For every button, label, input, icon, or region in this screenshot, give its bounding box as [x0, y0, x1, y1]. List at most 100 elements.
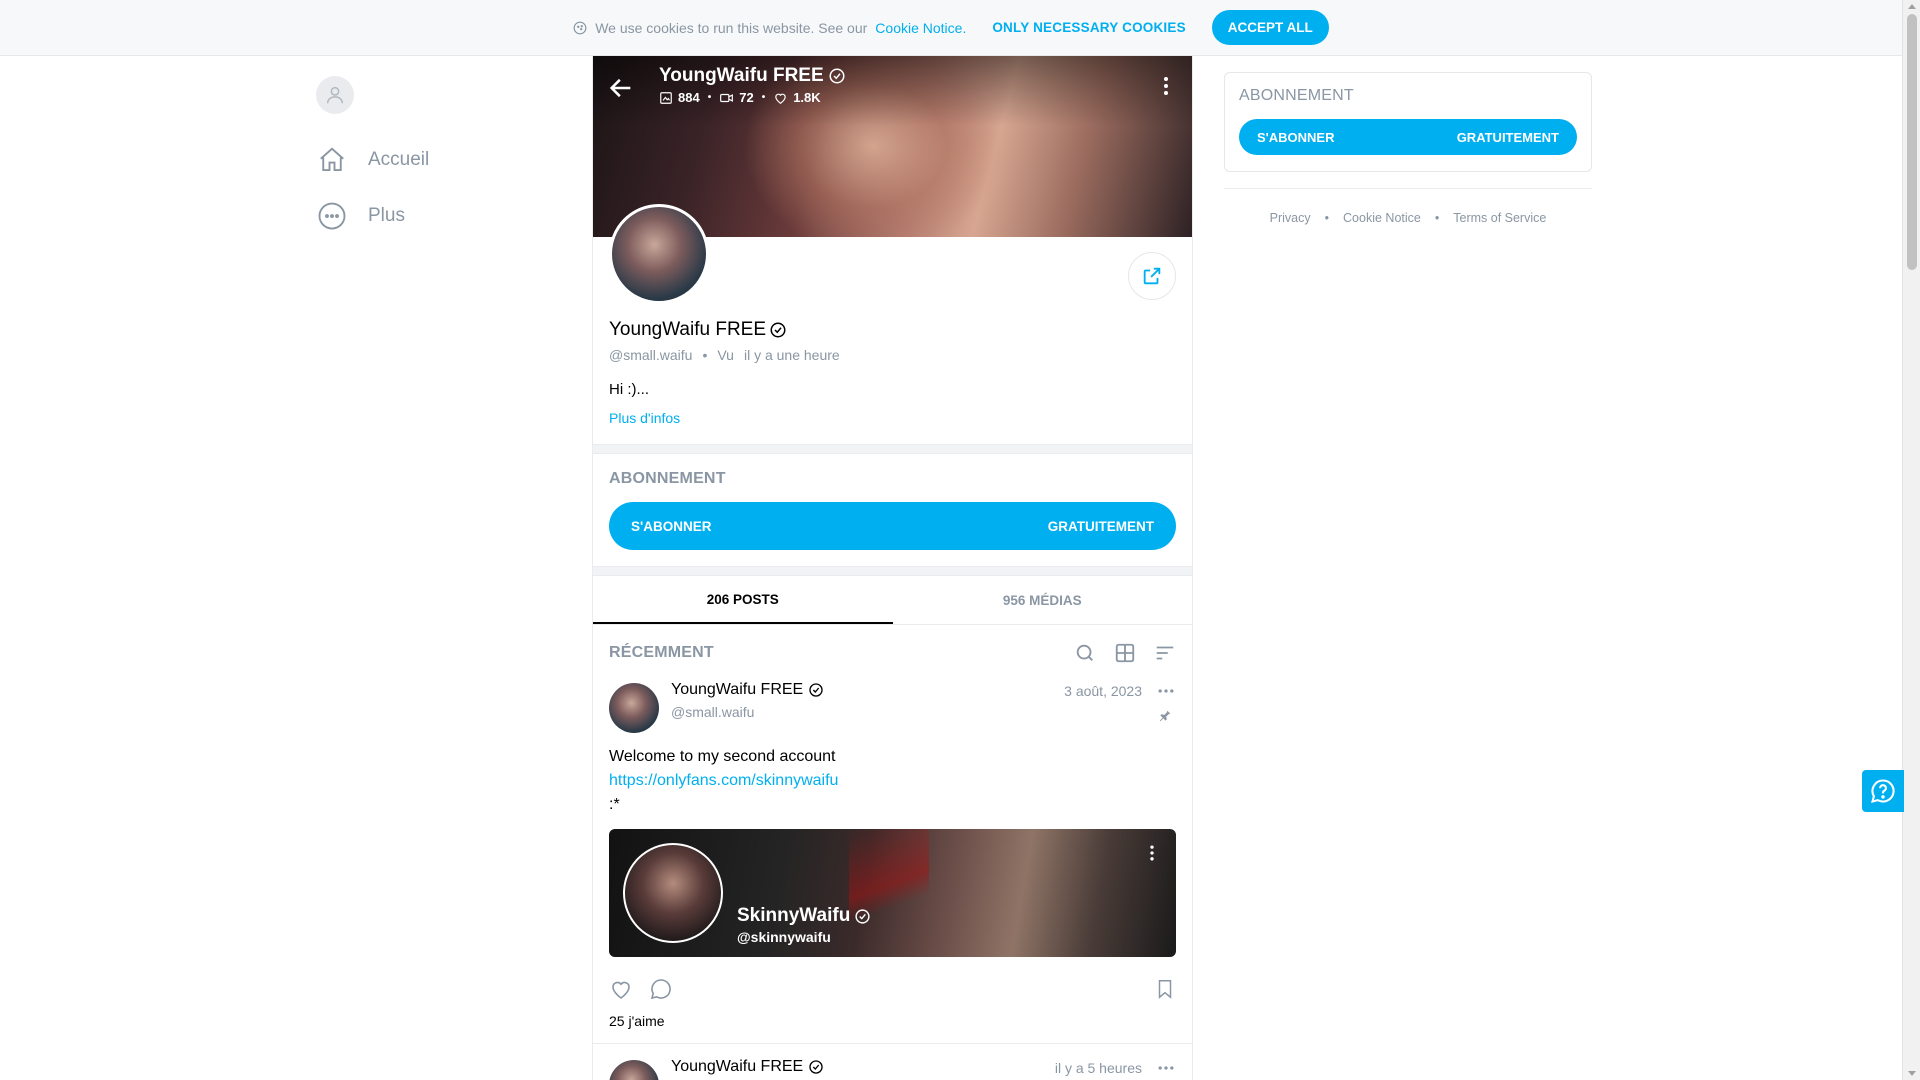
- tab-posts[interactable]: 206 POSTS: [593, 576, 893, 624]
- cookie-icon: [573, 21, 587, 34]
- post-body: Welcome to my second account https://onl…: [609, 745, 1176, 817]
- comment-icon[interactable]: [649, 977, 673, 1001]
- scroll-up-arrow[interactable]: [1908, 4, 1916, 9]
- user-icon: [326, 86, 344, 104]
- scroll-down-arrow[interactable]: [1908, 1071, 1916, 1076]
- card-handle: @skinnywaifu: [737, 929, 831, 945]
- like-icon[interactable]: [609, 977, 633, 1001]
- sidebar-item-more[interactable]: Plus: [316, 188, 556, 244]
- help-button[interactable]: [1862, 770, 1904, 812]
- section-divider: [593, 444, 1192, 454]
- page-scrollbar[interactable]: [1902, 0, 1920, 1080]
- post-avatar[interactable]: [609, 683, 659, 733]
- verified-icon: [809, 1060, 823, 1074]
- dot-separator: •: [707, 92, 712, 103]
- card-name-text: SkinnyWaifu: [737, 905, 851, 926]
- profile-handle: @small.waifu: [609, 347, 693, 363]
- tab-media[interactable]: 956 MÉDIAS: [893, 576, 1193, 624]
- more-vertical-icon[interactable]: [1154, 74, 1178, 98]
- post-date: il y a 5 heures: [1054, 1060, 1142, 1076]
- bookmark-icon[interactable]: [1154, 978, 1176, 1000]
- help-icon: [1871, 779, 1895, 803]
- verified-icon: [855, 908, 870, 924]
- more-info-link[interactable]: Plus d'infos: [609, 410, 680, 426]
- cookie-notice-link[interactable]: Cookie Notice: [875, 20, 962, 36]
- feed-section-label: RÉCEMMENT: [609, 644, 714, 661]
- heart-icon: [775, 93, 786, 104]
- back-arrow-icon[interactable]: [607, 74, 635, 102]
- home-icon: [316, 144, 348, 176]
- more-horizontal-icon[interactable]: [1156, 681, 1176, 701]
- post-author-name: YoungWaifu FREE: [671, 1058, 804, 1075]
- profile-tabs: 206 POSTS 956 MÉDIAS: [593, 576, 1192, 625]
- section-divider: [593, 566, 1192, 576]
- post-text: Welcome to my second account: [609, 748, 836, 765]
- cover-header: YoungWaifu FREE 884 • 72 • 1.8K: [593, 56, 1192, 113]
- share-icon: [1143, 267, 1161, 285]
- search-icon[interactable]: [1074, 642, 1096, 664]
- profile-name: YoungWaifu FREE: [609, 319, 1176, 341]
- profile-name-text: YoungWaifu FREE: [609, 319, 767, 340]
- card-avatar[interactable]: [623, 843, 723, 943]
- card-name: SkinnyWaifu: [737, 905, 871, 927]
- subscription-card: ABONNEMENT S'ABONNER GRATUITEMENT: [1224, 72, 1592, 172]
- cookie-text: We use cookies to run this website. See …: [595, 19, 868, 36]
- share-button[interactable]: [1128, 252, 1176, 300]
- cookie-notice-link[interactable]: Cookie Notice: [1343, 211, 1421, 225]
- photo-count: 884: [678, 90, 700, 105]
- post-text: :*: [609, 796, 620, 813]
- sidebar-item-home[interactable]: Accueil: [316, 132, 556, 188]
- right-sidebar: ABONNEMENT S'ABONNER GRATUITEMENT Privac…: [1224, 72, 1592, 225]
- subscribe-button[interactable]: S'ABONNER GRATUITEMENT: [609, 502, 1176, 550]
- dot-separator: •: [761, 92, 766, 103]
- seen-time: il y a une heure: [743, 347, 840, 363]
- profile-column: YoungWaifu FREE 884 • 72 • 1.8K YoungWai…: [592, 56, 1193, 1080]
- seen-label: Vu: [717, 347, 734, 363]
- post-author-name: YoungWaifu FREE: [671, 681, 804, 698]
- cover-title: YoungWaifu FREE: [659, 64, 846, 88]
- cover-name: YoungWaifu FREE: [659, 65, 824, 86]
- more-circle-icon: [316, 200, 348, 232]
- price-label: GRATUITEMENT: [1456, 129, 1559, 145]
- sort-icon[interactable]: [1154, 642, 1176, 664]
- sidebar-item-label: Plus: [368, 205, 405, 226]
- subscription-section: ABONNEMENT S'ABONNER GRATUITEMENT: [593, 454, 1192, 566]
- subscription-title: ABONNEMENT: [1239, 87, 1354, 104]
- user-avatar[interactable]: [316, 76, 354, 114]
- verified-icon: [829, 68, 845, 84]
- privacy-link[interactable]: Privacy: [1270, 211, 1311, 225]
- accept-all-button[interactable]: ACCEPT ALL: [1211, 10, 1329, 45]
- video-count: 72: [739, 90, 754, 105]
- grid-icon[interactable]: [1114, 642, 1136, 664]
- more-horizontal-icon[interactable]: [1156, 1058, 1176, 1078]
- scroll-thumb[interactable]: [1907, 14, 1917, 270]
- sidebar-item-label: Accueil: [368, 149, 430, 170]
- post-actions: [609, 977, 1176, 1001]
- only-necessary-cookies-button[interactable]: ONLY NECESSARY COOKIES: [992, 20, 1185, 35]
- verified-icon: [809, 683, 823, 697]
- post-date: 3 août, 2023: [1064, 683, 1142, 699]
- footer-links: Privacy • Cookie Notice • Terms of Servi…: [1224, 211, 1592, 225]
- divider: [1224, 188, 1592, 189]
- cookie-period: .: [962, 19, 967, 36]
- likes-count: 1.8K: [793, 90, 821, 105]
- post-avatar[interactable]: [609, 1060, 659, 1080]
- price-label: GRATUITEMENT: [1047, 518, 1154, 534]
- post-author[interactable]: YoungWaifu FREE: [671, 1058, 824, 1076]
- terms-link[interactable]: Terms of Service: [1453, 211, 1546, 225]
- pin-icon: [1159, 710, 1171, 722]
- cookie-message: We use cookies to run this website. See …: [573, 20, 966, 36]
- post-handle[interactable]: @small.waifu: [671, 704, 824, 720]
- post-author[interactable]: YoungWaifu FREE: [671, 681, 824, 699]
- subscribe-button[interactable]: S'ABONNER GRATUITEMENT: [1239, 119, 1577, 155]
- more-vertical-icon[interactable]: [1142, 843, 1162, 863]
- dot-separator: •: [1324, 211, 1330, 225]
- subscribe-label: S'ABONNER: [1257, 129, 1335, 145]
- likes-count: 25 j'aime: [609, 1013, 665, 1029]
- embedded-profile-card[interactable]: SkinnyWaifu @skinnywaifu: [609, 829, 1176, 957]
- profile-bio: Hi :)...: [609, 381, 649, 398]
- feed-toolbar: RÉCEMMENT: [593, 625, 1192, 681]
- profile-avatar[interactable]: [609, 204, 709, 304]
- post-link[interactable]: https://onlyfans.com/skinnywaifu: [609, 769, 1176, 793]
- subscription-title: ABONNEMENT: [609, 470, 726, 487]
